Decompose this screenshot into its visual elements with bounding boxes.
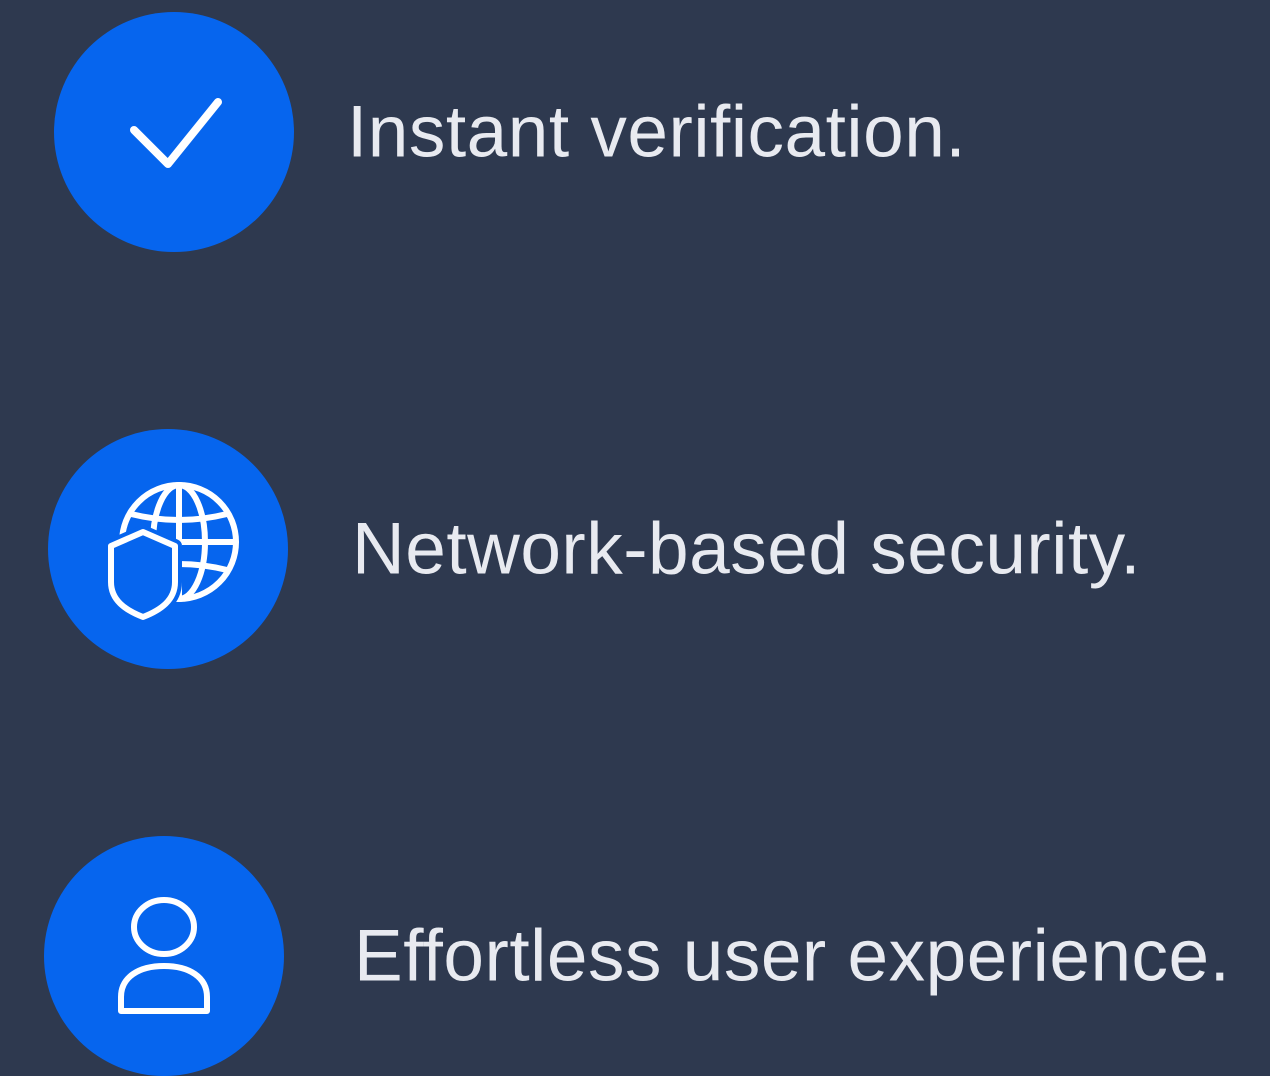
feature-list: Instant verification. Network-based secu…: [0, 0, 1270, 1076]
feature-label: Effortless user experience.: [354, 915, 1231, 997]
feature-badge: [44, 836, 284, 1076]
globe-shield-icon: [104, 482, 239, 624]
feature-effortless-ux: Effortless user experience.: [0, 836, 1270, 1076]
feature-label: Network-based security.: [352, 508, 1142, 590]
feature-badge: [54, 12, 294, 252]
feature-instant-verification: Instant verification.: [0, 12, 1270, 252]
user-icon: [118, 897, 210, 1014]
feature-badge: [48, 429, 288, 669]
checkmark-icon: [130, 98, 222, 168]
feature-network-security: Network-based security.: [0, 429, 1270, 669]
feature-label: Instant verification.: [347, 91, 967, 173]
